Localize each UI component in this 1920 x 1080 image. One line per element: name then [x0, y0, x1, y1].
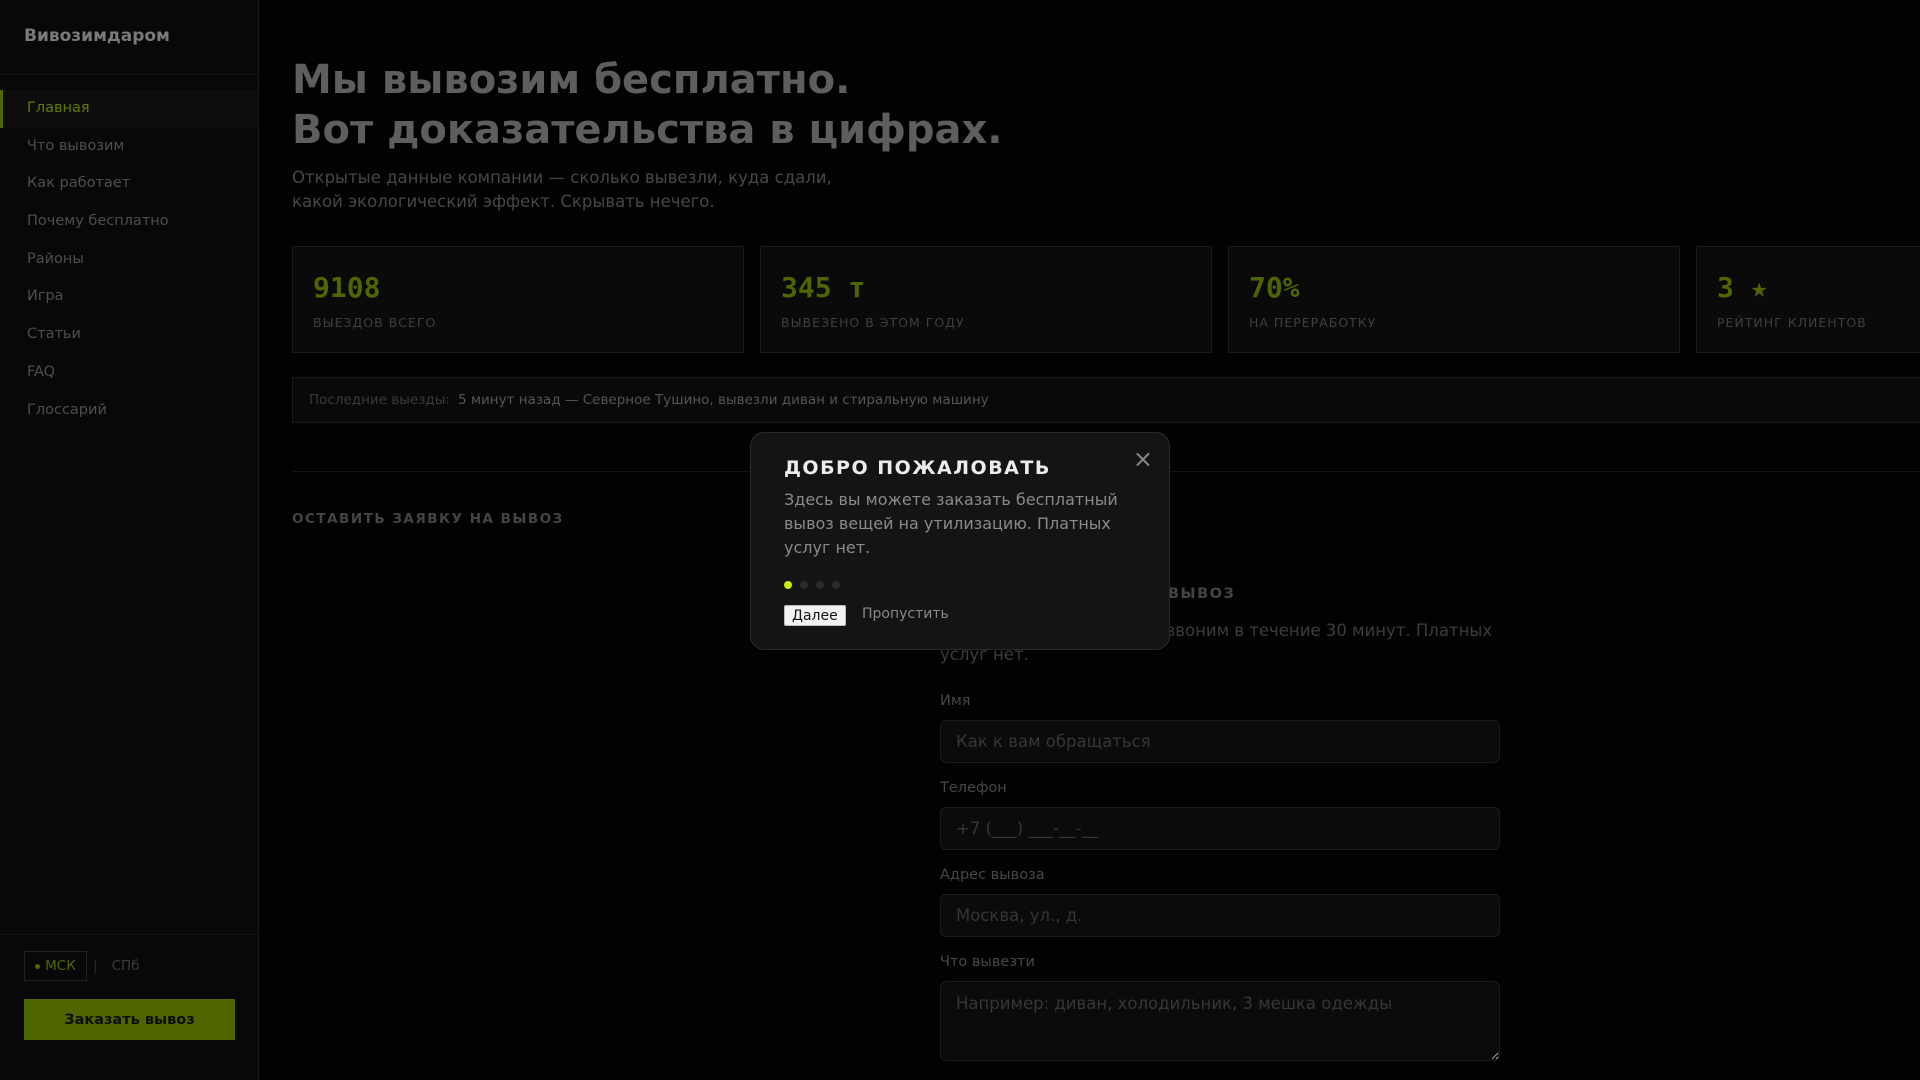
items-label: Что вывезти	[940, 954, 1035, 970]
sidebar-item-articles[interactable]: Статьи	[0, 316, 258, 354]
stat-label: НА ПЕРЕРАБОТКУ	[1249, 315, 1377, 330]
modal-title: ДОБРО ПОЖАЛОВАТЬ	[784, 457, 1051, 479]
step-indicator	[784, 581, 840, 589]
stat-label: ВЫЕЗДОВ ВСЕГО	[313, 315, 437, 330]
page-subtitle: Открытые данные компании — сколько вывез…	[292, 168, 832, 211]
stat-card: 3 ★ РЕЙТИНГ КЛИЕНТОВ	[1696, 246, 1920, 353]
skip-button[interactable]: Пропустить	[862, 606, 949, 622]
next-button[interactable]: Далее	[784, 605, 846, 626]
name-label: Имя	[940, 693, 971, 709]
logo[interactable]: Вивозимдаром	[24, 26, 170, 46]
address-field[interactable]	[940, 894, 1500, 937]
sidebar-item-game[interactable]: Игра	[0, 278, 258, 316]
welcome-modal: ДОБРО ПОЖАЛОВАТЬ × Здесь вы можете заказ…	[750, 432, 1170, 650]
sidebar-item-how[interactable]: Как работает	[0, 165, 258, 203]
section-title: ОСТАВИТЬ ЗАЯВКУ НА ВЫВОЗ	[292, 511, 564, 527]
stat-value: 9108	[313, 271, 381, 304]
stat-card: 9108 ВЫЕЗДОВ ВСЕГО	[292, 246, 744, 353]
city-msk-button[interactable]: МСК	[24, 951, 87, 981]
sidebar-item-glossary[interactable]: Глоссарий	[0, 392, 258, 430]
stat-value: 3 ★	[1717, 271, 1768, 304]
city-msk-label: МСК	[45, 958, 76, 974]
divider	[0, 74, 258, 75]
sidebar-item-faq[interactable]: FAQ	[0, 354, 258, 392]
sidebar: Вивозимдаром Главная Что вывозим Как раб…	[0, 0, 259, 1080]
phone-label: Телефон	[940, 780, 1007, 796]
items-field[interactable]	[940, 981, 1500, 1061]
sidebar-item-districts[interactable]: Районы	[0, 241, 258, 279]
title-line-1: Мы вывозим бесплатно.	[292, 57, 851, 103]
city-spb-button[interactable]: СПб	[112, 958, 140, 974]
phone-field[interactable]	[940, 807, 1500, 850]
name-field[interactable]	[940, 720, 1500, 763]
ticker-text: 5 минут назад — Северное Тушино, вывезли…	[457, 392, 989, 408]
close-icon[interactable]: ×	[1133, 447, 1153, 471]
stat-label: ВЫВЕЗЕНО В ЭТОМ ГОДУ	[781, 315, 965, 330]
sidebar-nav: Главная Что вывозим Как работает Почему …	[0, 90, 258, 429]
stat-value: 70%	[1249, 271, 1300, 304]
active-dot-icon	[35, 963, 41, 969]
sidebar-item-what[interactable]: Что вывозим	[0, 128, 258, 166]
step-dot-active	[784, 581, 792, 589]
sidebar-item-why-free[interactable]: Почему бесплатно	[0, 203, 258, 241]
stat-value: 345 т	[781, 271, 866, 304]
title-line-2: Вот доказательства в цифрах.	[292, 107, 1003, 153]
sidebar-item-home[interactable]: Главная	[0, 90, 258, 128]
step-dot	[832, 581, 840, 589]
page-title: Мы вывозим бесплатно. Вот доказательства …	[292, 55, 1192, 155]
stat-label: РЕЙТИНГ КЛИЕНТОВ	[1717, 315, 1867, 330]
city-switcher: МСК | СПб	[24, 951, 139, 981]
city-separator: |	[93, 958, 98, 974]
divider	[0, 934, 258, 935]
step-dot	[816, 581, 824, 589]
stat-card: 345 т ВЫВЕЗЕНО В ЭТОМ ГОДУ	[760, 246, 1212, 353]
modal-body: Здесь вы можете заказать бесплатный выво…	[784, 490, 1118, 557]
address-label: Адрес вывоза	[940, 867, 1045, 883]
stat-card: 70% НА ПЕРЕРАБОТКУ	[1228, 246, 1680, 353]
step-dot	[800, 581, 808, 589]
recent-trips-ticker: Последние выезды: 5 минут назад — Северн…	[292, 377, 1920, 423]
order-button[interactable]: Заказать вывоз	[24, 999, 235, 1040]
ticker-label: Последние выезды:	[309, 392, 450, 408]
form-heading: ВЫВОЗ	[1168, 586, 1236, 602]
